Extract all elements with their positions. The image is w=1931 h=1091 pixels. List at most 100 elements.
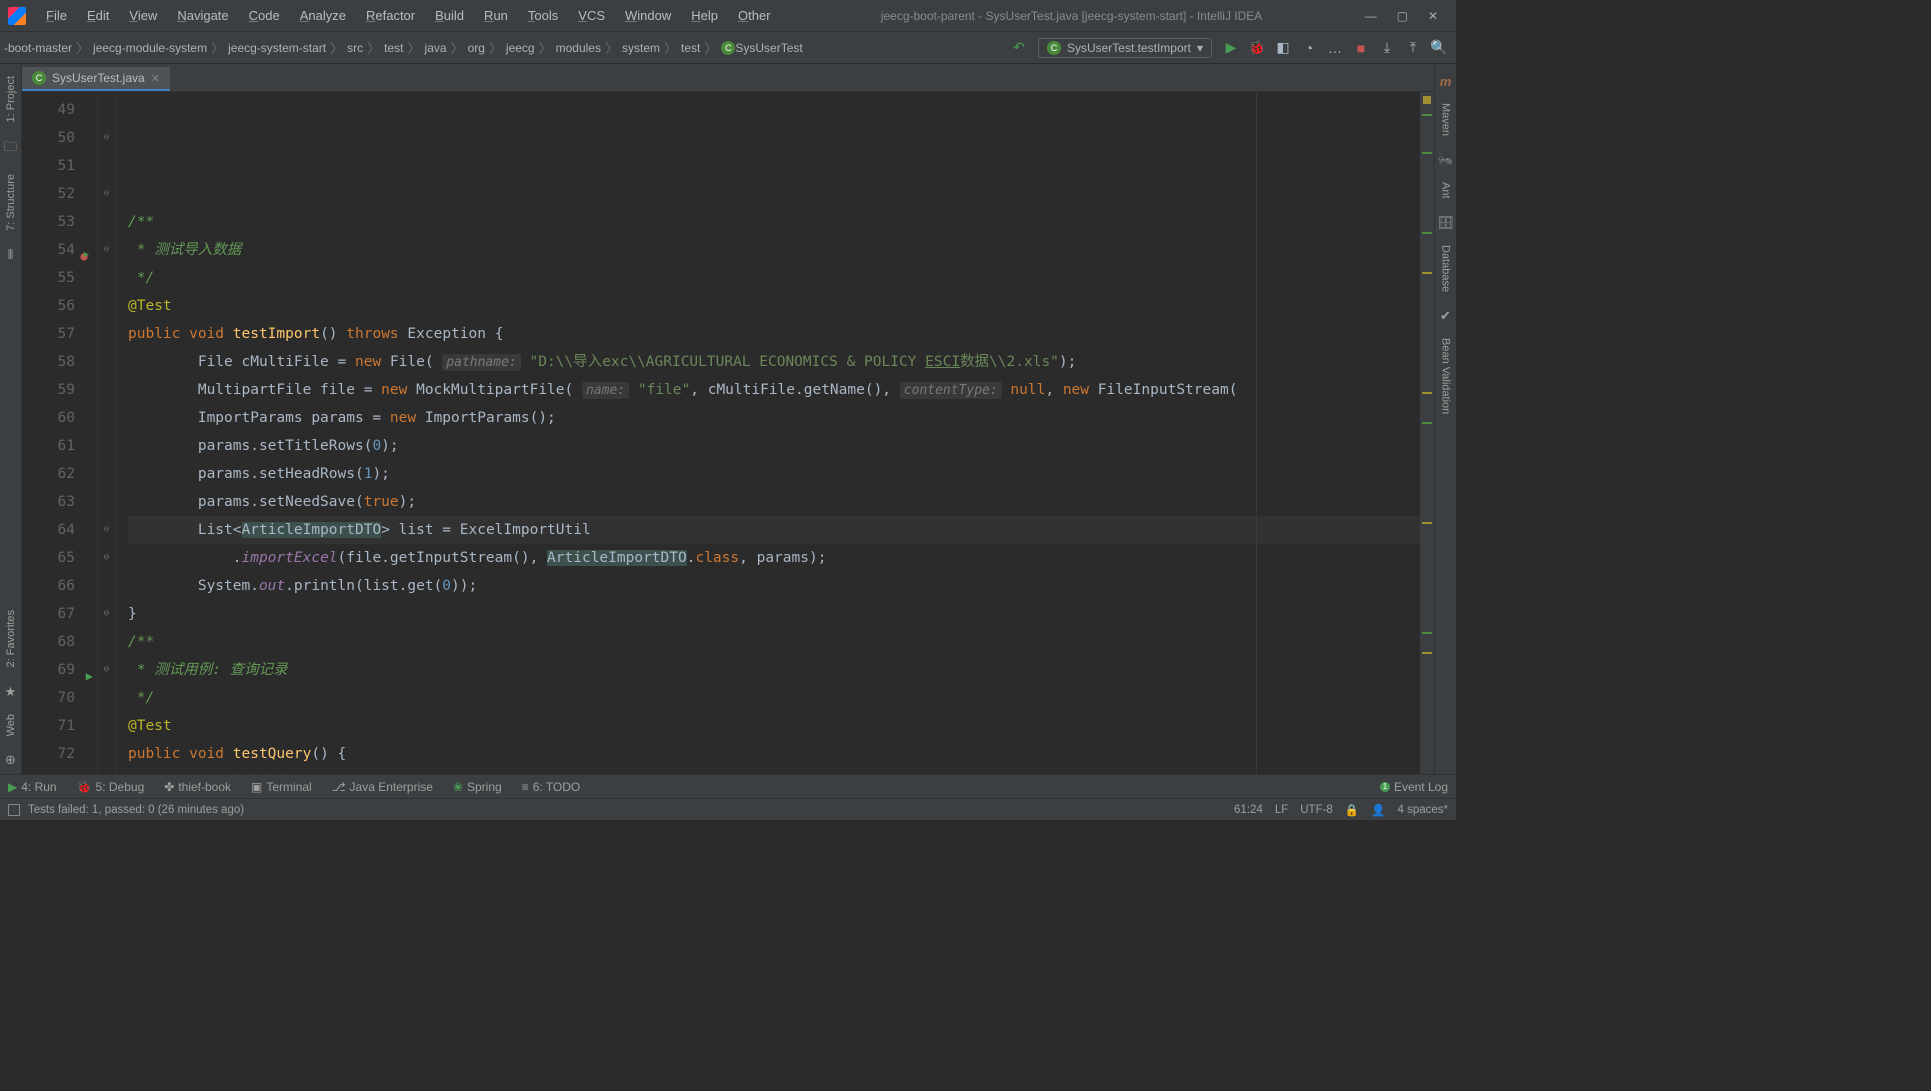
menu-view[interactable]: View (121, 6, 165, 25)
caret-position[interactable]: 61:24 (1234, 804, 1263, 816)
code-line[interactable]: * 测试用例: 查询记录 (128, 656, 1420, 684)
back-icon[interactable]: ↶ (1006, 39, 1032, 56)
tab-close-icon[interactable]: ✕ (151, 72, 160, 85)
code-area[interactable]: /** * 测试导入数据 */ @Test public void testImpo… (116, 92, 1420, 774)
tool-window-javaenterprise[interactable]: ⎇Java Enterprise (332, 780, 433, 794)
favorites-tool-button[interactable]: 2: Favorites (3, 602, 19, 675)
line-number[interactable]: 72 (22, 740, 75, 768)
code-line[interactable]: public void testImport() throws Exceptio… (128, 320, 1420, 348)
project-tool-button[interactable]: 1: Project (3, 68, 19, 130)
code-line[interactable]: MultipartFile file = new MockMultipartFi… (128, 376, 1420, 404)
menu-edit[interactable]: Edit (79, 6, 117, 25)
fold-handle[interactable]: ⊖ (98, 180, 115, 208)
breadcrumb-item[interactable]: -boot-master (4, 41, 72, 55)
minimize-button[interactable]: — (1365, 9, 1377, 23)
line-number[interactable]: 70 (22, 684, 75, 712)
menu-help[interactable]: Help (683, 6, 726, 25)
readonly-icon[interactable]: 🔒 (1345, 803, 1359, 817)
debug-button[interactable]: 🐞 (1244, 39, 1270, 56)
maximize-button[interactable]: ▢ (1397, 9, 1408, 23)
tab-sysusertest[interactable]: C SysUserTest.java ✕ (22, 67, 170, 91)
fold-gutter[interactable]: ⊖⊖⊖⊖⊖⊖⊖ (98, 92, 116, 774)
line-separator[interactable]: LF (1275, 804, 1288, 816)
run-line-icon[interactable]: ▶ (86, 662, 93, 690)
code-line[interactable]: /** (128, 628, 1420, 656)
menu-file[interactable]: File (38, 6, 75, 25)
menu-code[interactable]: Code (241, 6, 288, 25)
ant-tool-button[interactable]: Ant (1438, 174, 1454, 207)
line-number[interactable]: 60 (22, 404, 75, 432)
breadcrumb-item[interactable]: jeecg (506, 41, 535, 55)
breadcrumb-item[interactable]: jeecg-system-start (228, 41, 326, 55)
breadcrumb-item[interactable]: org (468, 41, 485, 55)
tool-window-debug[interactable]: 🐞5: Debug (77, 780, 145, 794)
line-number[interactable]: 59 (22, 376, 75, 404)
breadcrumb-item[interactable]: system (622, 41, 660, 55)
code-line[interactable]: params.setNeedSave(true); (128, 488, 1420, 516)
breadcrumb-item[interactable]: modules (556, 41, 601, 55)
editor[interactable]: 495051525354●▶55565758596061626364656667… (22, 92, 1434, 774)
menu-navigate[interactable]: Navigate (169, 6, 236, 25)
attach-button[interactable]: … (1322, 40, 1348, 56)
line-number-gutter[interactable]: 495051525354●▶55565758596061626364656667… (22, 92, 98, 774)
fold-handle[interactable]: ⊖ (98, 544, 115, 572)
line-number[interactable]: 53 (22, 208, 75, 236)
code-line[interactable]: * 测试导入数据 (128, 236, 1420, 264)
fold-handle[interactable]: ⊖ (98, 236, 115, 264)
breakpoint-run-icon[interactable]: ●▶ (80, 242, 93, 272)
code-line[interactable]: .importExcel(file.getInputStream(), Arti… (128, 544, 1420, 572)
fold-handle[interactable]: ⊖ (98, 656, 115, 684)
breadcrumb-item[interactable]: test (681, 41, 700, 55)
line-number[interactable]: 55 (22, 264, 75, 292)
code-line[interactable] (128, 180, 1420, 208)
code-line[interactable]: params.setHeadRows(1); (128, 460, 1420, 488)
analysis-status-icon[interactable] (1423, 96, 1431, 104)
coverage-button[interactable]: ◧ (1270, 39, 1296, 56)
breadcrumb-item[interactable]: jeecg-module-system (93, 41, 207, 55)
structure-icon[interactable]: ⦀ (8, 247, 14, 263)
maven-tool-button[interactable]: Maven (1438, 95, 1454, 144)
fold-handle[interactable]: ⊖ (98, 600, 115, 628)
code-line[interactable]: ImportParams params = new ImportParams()… (128, 404, 1420, 432)
maven-icon[interactable]: m (1440, 74, 1452, 89)
menu-tools[interactable]: Tools (520, 6, 566, 25)
database-tool-button[interactable]: Database (1438, 237, 1454, 300)
code-line[interactable]: List<ArticleImportDTO> list = ExcelImpor… (128, 516, 1420, 544)
line-number[interactable]: 61 (22, 432, 75, 460)
line-number[interactable]: 56 (22, 292, 75, 320)
bean-icon[interactable]: ✔ (1440, 308, 1451, 324)
breadcrumb-item[interactable]: C SysUserTest (721, 41, 802, 55)
menu-build[interactable]: Build (427, 6, 472, 25)
ant-icon[interactable]: 🐜 (1437, 152, 1453, 168)
breadcrumb-item[interactable]: test (384, 41, 403, 55)
line-number[interactable]: 64 (22, 516, 75, 544)
tool-window-spring[interactable]: ❀Spring (453, 780, 502, 794)
breadcrumb-item[interactable]: java (425, 41, 447, 55)
line-number[interactable]: 68 (22, 628, 75, 656)
code-line[interactable]: File cMultiFile = new File( pathname: "D… (128, 348, 1420, 376)
menu-other[interactable]: Other (730, 6, 779, 25)
code-line[interactable]: params.setTitleRows(0); (128, 432, 1420, 460)
line-number[interactable]: 49 (22, 96, 75, 124)
error-stripe[interactable] (1420, 92, 1434, 774)
menu-window[interactable]: Window (617, 6, 679, 25)
line-number[interactable]: 54●▶ (22, 236, 75, 264)
menu-analyze[interactable]: Analyze (292, 6, 354, 25)
line-number[interactable]: 58 (22, 348, 75, 376)
fold-handle[interactable]: ⊖ (98, 124, 115, 152)
indent-setting[interactable]: 4 spaces* (1397, 804, 1448, 816)
tool-windows-toggle-icon[interactable] (8, 804, 20, 816)
code-line[interactable]: public void testQuery() { (128, 740, 1420, 768)
line-number[interactable]: 52 (22, 180, 75, 208)
code-line[interactable]: } (128, 600, 1420, 628)
code-line[interactable]: @Test (128, 712, 1420, 740)
web-icon[interactable]: ⊕ (5, 752, 16, 768)
bean-validation-tool-button[interactable]: Bean Validation (1438, 330, 1454, 422)
code-line[interactable]: System.out.println(list.get(0)); (128, 572, 1420, 600)
profile-button[interactable]: ◔ (1296, 40, 1322, 56)
vcs-commit-button[interactable]: ⤒ (1400, 39, 1426, 56)
tool-window-run[interactable]: ▶4: Run (8, 780, 57, 794)
code-line[interactable]: */ (128, 264, 1420, 292)
line-number[interactable]: 51 (22, 152, 75, 180)
tool-window-thiefbook[interactable]: ✤thief-book (164, 780, 231, 794)
